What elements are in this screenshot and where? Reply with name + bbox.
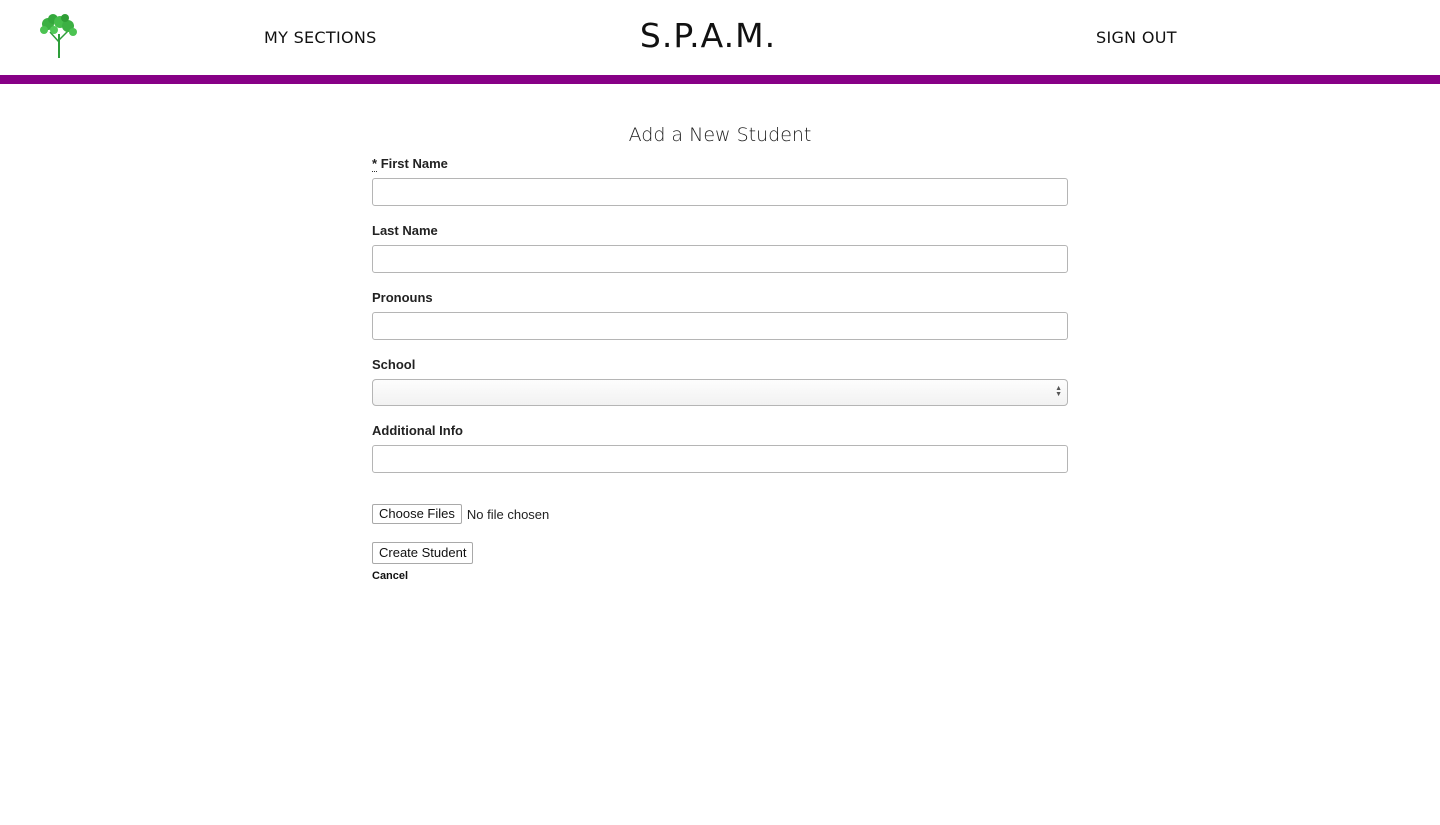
nav-sign-out[interactable]: SIGN OUT — [1096, 28, 1177, 47]
file-status-text: No file chosen — [466, 506, 550, 522]
first-name-label: * First Name — [372, 156, 1068, 172]
form-title: Add a New Student — [628, 124, 812, 146]
choose-files-button[interactable]: Choose Files — [372, 504, 462, 524]
new-student-form: Add a New Student * First Name Last Name… — [372, 120, 1068, 582]
additional-info-field: Additional Info — [372, 423, 1068, 473]
top-header: MY SECTIONS S.P.A.M. SIGN OUT — [0, 0, 1440, 84]
select-arrows-icon: ▲ ▼ — [1055, 385, 1062, 398]
additional-info-input[interactable] — [372, 445, 1068, 473]
first-name-field: * First Name — [372, 156, 1068, 206]
school-field: School ▲ ▼ — [372, 357, 1068, 406]
last-name-field: Last Name — [372, 223, 1068, 273]
first-name-label-text: First Name — [380, 156, 448, 171]
first-name-input[interactable] — [372, 178, 1068, 206]
brand-title: S.P.A.M. — [639, 16, 777, 55]
pronouns-input[interactable] — [372, 312, 1068, 340]
create-student-button[interactable]: Create Student — [372, 542, 474, 564]
last-name-label: Last Name — [372, 223, 438, 238]
required-marker: * — [372, 156, 378, 172]
file-upload-row: Choose Files No file chosen — [372, 504, 1068, 524]
school-label: School — [372, 357, 416, 372]
pronouns-field: Pronouns — [372, 290, 1068, 340]
school-select[interactable]: ▲ ▼ — [372, 379, 1068, 406]
last-name-input[interactable] — [372, 245, 1068, 273]
accent-bar — [0, 75, 1440, 84]
cancel-link[interactable]: Cancel — [372, 570, 1068, 582]
additional-info-label: Additional Info — [372, 423, 463, 438]
pronouns-label: Pronouns — [372, 290, 433, 305]
